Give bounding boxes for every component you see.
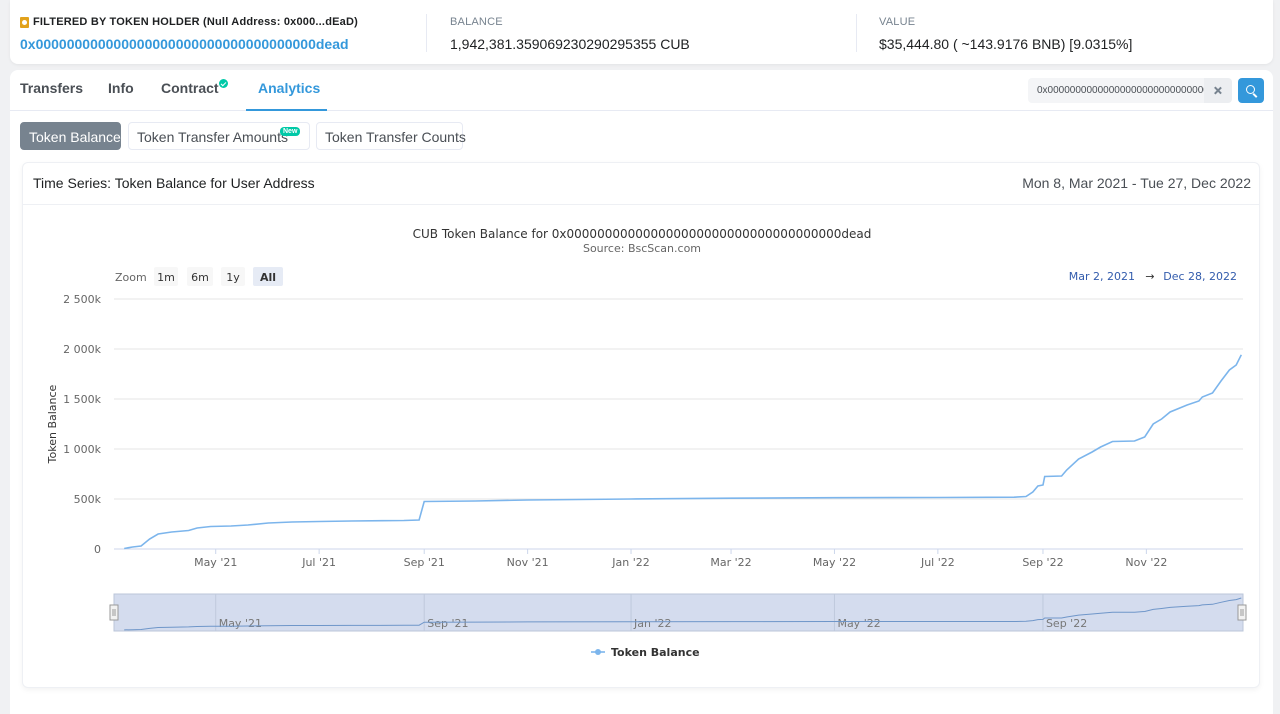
chart-legend[interactable]: Token Balance [591, 646, 700, 659]
x-tick-label: May '22 [813, 556, 856, 569]
x-tick-label: May '21 [194, 556, 237, 569]
chart-title: CUB Token Balance for 0x0000000000000000… [413, 227, 872, 241]
navigator-tick-label: Sep '21 [427, 617, 468, 630]
navigator-tick-label: May '22 [837, 617, 880, 630]
y-tick-label: 0 [94, 543, 101, 556]
y-tick-label: 500k [74, 493, 102, 506]
x-tick-label: Sep '21 [404, 556, 445, 569]
zoom-button-label[interactable]: All [260, 271, 276, 284]
zoom-label: Zoom [115, 271, 147, 284]
token-balance-chart: 0 500k 1 000k 1 500k 2 000k 2 500k May '21 Jul… [46, 227, 1247, 659]
navigator-tick-label: Jan '22 [633, 617, 671, 630]
navigator-left-handle[interactable] [109, 604, 119, 621]
legend-item-token-balance[interactable]: Token Balance [611, 646, 700, 659]
zoom-button-label[interactable]: 1y [226, 271, 240, 284]
x-tick-label: Nov '21 [507, 556, 549, 569]
chart-grid [114, 298, 1243, 550]
x-tick-label: Jan '22 [611, 556, 649, 569]
x-tick-label: Nov '22 [1125, 556, 1167, 569]
legend-marker [595, 649, 601, 655]
y-tick-label: 1 000k [63, 443, 101, 456]
zoom-buttons: 1m 6m 1y All [154, 267, 283, 286]
x-tick-label: Sep '22 [1022, 556, 1063, 569]
navigator[interactable]: May '21 Sep '21 Jan '22 May '22 Sep '22 [109, 593, 1247, 632]
navigator-right-handle[interactable] [1237, 604, 1247, 621]
x-tick-label: Jul '22 [920, 556, 955, 569]
chart-subtitle: Source: BscScan.com [583, 242, 701, 255]
y-tick-label: 1 500k [63, 393, 101, 406]
zoom-button-label[interactable]: 6m [191, 271, 209, 284]
range-to-date[interactable]: Dec 28, 2022 [1163, 270, 1237, 283]
range-arrow: → [1145, 270, 1154, 283]
x-tick-label: Jul '21 [301, 556, 336, 569]
x-axis: May '21 Jul '21 Sep '21 Nov '21 Jan '22 Mar '… [194, 549, 1167, 569]
navigator-tick-label: Sep '22 [1046, 617, 1087, 630]
token-balance-series-line [124, 354, 1243, 550]
navigator-tick-label: May '21 [219, 617, 262, 630]
zoom-button-label[interactable]: 1m [157, 271, 175, 284]
y-tick-label: 2 500k [63, 293, 101, 306]
y-axis: 0 500k 1 000k 1 500k 2 000k 2 500k [63, 293, 101, 556]
x-tick-label: Mar '22 [710, 556, 751, 569]
range-from-date[interactable]: Mar 2, 2021 [1069, 270, 1135, 283]
y-tick-label: 2 000k [63, 343, 101, 356]
y-axis-label: Token Balance [46, 384, 59, 464]
